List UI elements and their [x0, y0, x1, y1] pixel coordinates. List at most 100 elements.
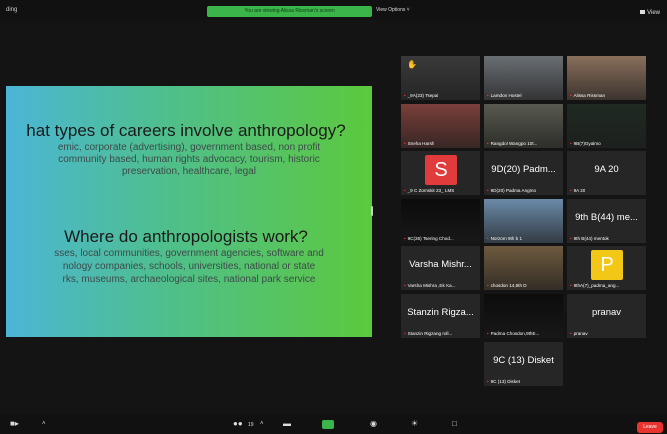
participant-tile[interactable]: 9A 20 • 9A 20	[567, 151, 646, 195]
participant-tile[interactable]: • Norzom 9th b 1	[484, 199, 563, 243]
participant-name: Stanzin Rigzang roll...	[407, 331, 453, 336]
participant-name: Alissa Rissman	[573, 93, 606, 98]
chevron-up-icon[interactable]: ˄	[42, 421, 46, 427]
slide-heading-careers: hat types of careers involve anthropolog…	[26, 121, 346, 140]
participant-name-label: • Lamdon Hostel	[487, 93, 522, 98]
split-view-drag-handle[interactable]	[371, 206, 373, 216]
participant-name-label: • Stanzin Rigzang roll...	[404, 331, 452, 336]
record-icon[interactable]: ◉	[370, 419, 377, 428]
muted-mic-icon: •	[570, 93, 572, 98]
participant-tile[interactable]: 9D(20) Padm... • 9D(20) Padma Angmo	[484, 151, 563, 195]
muted-mic-icon: •	[570, 331, 572, 336]
camera-icon[interactable]: ■▸	[10, 419, 19, 428]
participant-tile[interactable]: Stanzin Rigza... • Stanzin Rigzang roll...	[401, 294, 480, 338]
muted-mic-icon: •	[570, 236, 572, 241]
muted-mic-icon: •	[404, 236, 406, 241]
meeting-controls-bar: ■▸ ˄ ●● 19 ˄ ▬ ◉ ☀ □ Leave	[0, 414, 667, 434]
participant-tile[interactable]: • Alissa Rissman	[567, 56, 646, 100]
participant-display-name: 9C (13) Disket	[493, 355, 554, 366]
participant-name-label: • Alissa Rissman	[570, 93, 605, 98]
participant-tile[interactable]: Varsha Mishr... • Varsha Mishra ,Ek Ka...	[401, 246, 480, 290]
slide-body-line: emic, corporate (advertising), governmen…	[57, 142, 321, 153]
muted-mic-icon: •	[570, 283, 572, 288]
slide-body-line: rks, museums, archaeological sites, nati…	[62, 274, 316, 285]
participant-name-label: • pranav	[570, 331, 588, 336]
top-bar: ding You are viewing Alissa Rissman's sc…	[0, 0, 667, 20]
participant-tile[interactable]: • Lamdon Hostel	[484, 56, 563, 100]
participant-name-label: • Sneha Harsh	[404, 141, 434, 146]
participant-display-name: Stanzin Rigza...	[407, 307, 474, 318]
muted-mic-icon: •	[487, 141, 489, 146]
muted-mic-icon: •	[404, 93, 406, 98]
muted-mic-icon: •	[487, 379, 489, 384]
chat-icon[interactable]: ▬	[283, 419, 291, 428]
participant-tile[interactable]: P • 9thA(7)_padma_ang...	[567, 246, 646, 290]
participant-tile[interactable]: • Rangdol Wangpo 10t...	[484, 104, 563, 148]
participant-name: 9C(35) Tsering Chod...	[407, 236, 454, 241]
participant-name: chosdon 14,9th D	[490, 283, 527, 288]
participant-name: Lamdon Hostel	[490, 93, 522, 98]
muted-mic-icon: •	[487, 93, 489, 98]
participant-name-label: • 9B(7)Gyalmo	[570, 141, 601, 146]
participant-display-name: pranav	[591, 307, 622, 318]
muted-mic-icon: •	[404, 188, 406, 193]
muted-mic-icon: •	[487, 331, 489, 336]
participant-display-name: 9A 20	[594, 164, 619, 175]
apps-icon[interactable]: □	[452, 419, 457, 428]
participant-tile[interactable]: • Sneha Harsh	[401, 104, 480, 148]
participant-tile[interactable]: S • _9 C Zomskit 23_ LMS	[401, 151, 480, 195]
screen-share-banner[interactable]: You are viewing Alissa Rissman's screen	[207, 6, 372, 17]
reactions-icon[interactable]: ☀	[411, 419, 418, 428]
participant-name: 9D(20) Padma Angmo	[490, 188, 537, 193]
slide-body-line: preservation, healthcare, legal	[122, 166, 256, 177]
participant-name: Sneha Harsh	[407, 141, 435, 146]
muted-mic-icon: •	[487, 188, 489, 193]
participant-name-label: • 9thA(7)_padma_ang...	[570, 283, 619, 288]
participant-name: _9 C Zomskit 23_ LMS	[407, 188, 455, 193]
raised-hand-icon: ✋	[407, 60, 417, 69]
participant-tile[interactable]: 9th B(44) me... • 9th B(44) mentok	[567, 199, 646, 243]
slide-body-line: sses, local communities, government agen…	[54, 248, 324, 259]
participant-name-label: • chosdon 14,9th D	[487, 283, 527, 288]
participant-name: Padma Chosdon,9thE...	[490, 331, 540, 336]
participant-name: Varsha Mishra ,Ek Ka...	[407, 283, 456, 288]
muted-mic-icon: •	[404, 141, 406, 146]
recording-label: ding	[6, 7, 18, 13]
muted-mic-icon: •	[404, 283, 406, 288]
participant-display-name: 9D(20) Padm...	[491, 164, 556, 175]
participant-name: Rangdol Wangpo 10t...	[490, 141, 538, 146]
shared-screen-slide: hat types of careers involve anthropolog…	[6, 86, 372, 337]
participant-tile[interactable]: • chosdon 14,9th D	[484, 246, 563, 290]
share-screen-icon[interactable]	[322, 420, 334, 429]
participant-name: Norzom 9th b 1	[490, 236, 523, 241]
slide-body-line: nology companies, schools, universities,…	[62, 261, 316, 272]
muted-mic-icon: •	[487, 236, 489, 241]
participant-tile[interactable]: ✋ • _9A(23) Tsepal	[401, 56, 480, 100]
participant-name: pranav	[573, 331, 588, 336]
participants-count: 19	[248, 422, 254, 428]
participant-name: 9B(7)Gyalmo	[573, 141, 601, 146]
muted-mic-icon: •	[404, 331, 406, 336]
participant-avatar: S	[425, 155, 457, 185]
participant-tile[interactable]: • 9B(7)Gyalmo	[567, 104, 646, 148]
participant-name-label: • _9A(23) Tsepal	[404, 93, 438, 98]
leave-button[interactable]: Leave	[637, 422, 663, 433]
participant-tile[interactable]: 9C (13) Disket • 9C (13) Disket	[484, 342, 563, 386]
participant-tile[interactable]: pranav • pranav	[567, 294, 646, 338]
participant-name: 9C (13) Disket	[490, 379, 520, 384]
participant-name-label: • Padma Chosdon,9thE...	[487, 331, 539, 336]
participant-avatar: P	[591, 250, 623, 280]
muted-mic-icon: •	[570, 188, 572, 193]
chevron-up-icon[interactable]: ˄	[260, 421, 264, 427]
participant-name-label: • 9C (13) Disket	[487, 379, 520, 384]
participant-tile[interactable]: • 9C(35) Tsering Chod...	[401, 199, 480, 243]
view-button[interactable]: View	[640, 10, 660, 16]
participant-name: 9th B(44) mentok	[573, 236, 609, 241]
muted-mic-icon: •	[570, 141, 572, 146]
slide-heading-work: Where do anthropologists work?	[64, 227, 308, 246]
view-options-button[interactable]: View Options ˅	[376, 7, 410, 13]
grid-icon	[640, 10, 646, 15]
participants-icon[interactable]: ●●	[233, 419, 243, 428]
participant-tile[interactable]: • Padma Chosdon,9thE...	[484, 294, 563, 338]
participant-name: _9A(23) Tsepal	[407, 93, 439, 98]
